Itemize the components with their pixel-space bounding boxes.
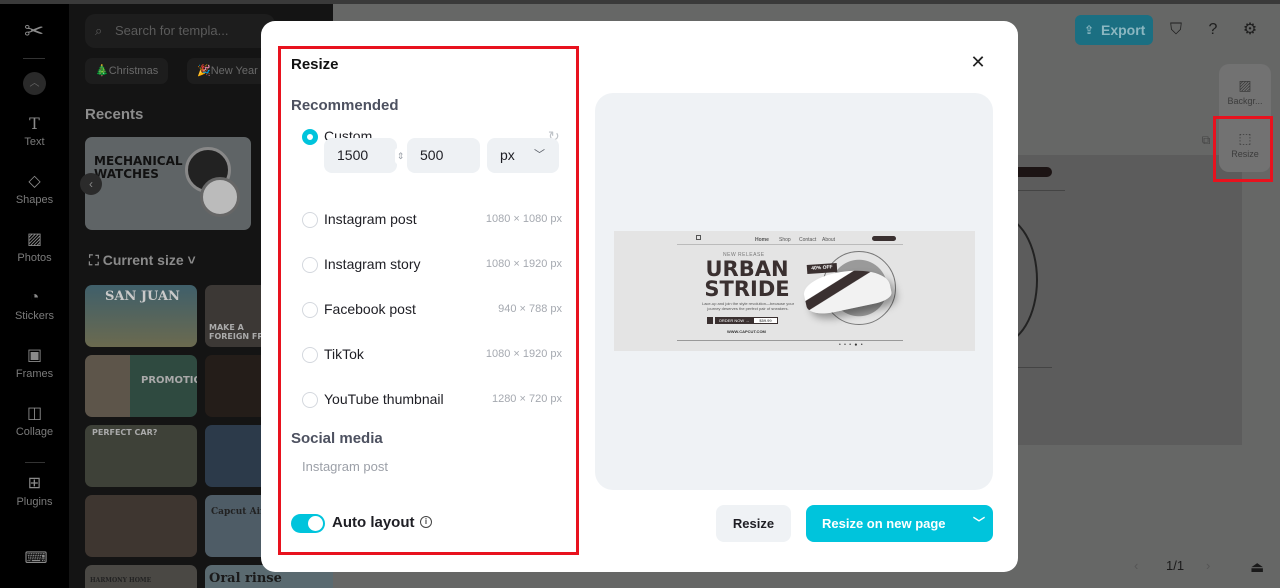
rail-item-label: Stickers [14,310,55,322]
stickers-icon: ◔ [29,289,40,306]
recents-title: Recents [85,106,144,123]
rail-item-shapes[interactable]: ◇ Shapes [0,172,69,206]
rail-item-label: Text [24,136,45,148]
chevron-down-icon[interactable]: ﹀ [965,505,993,542]
chevron-down-icon: ˅ [183,252,196,268]
rail-item-label: Plugins [16,496,53,508]
template-thumbnail[interactable]: MECHANICAL WATCHES [85,137,251,230]
frame-icon: ⛶ [89,252,103,268]
template-thumbnail[interactable] [85,495,197,557]
search-placeholder: Search for templa... [115,23,229,38]
frames-icon: ▣ [26,347,43,364]
design-preview: Home Shop Contact About NEW RELEASE URBA… [614,231,975,351]
close-icon[interactable]: ✕ [968,52,988,72]
tool-background[interactable]: ▨ Backgr... [1219,77,1271,106]
search-icon: ⌕ [95,23,103,38]
chip-christmas[interactable]: 🎄Christmas [85,58,169,84]
shapes-icon: ◇ [28,173,41,190]
options-highlight [278,46,579,555]
capcut-logo-icon: ✂ [23,18,45,45]
rail-item-text[interactable]: T Text [0,114,69,148]
shield-icon[interactable]: ⛉ [1166,20,1186,40]
rail-item-label: Shapes [15,194,54,206]
resize-button[interactable]: Resize [716,505,791,542]
rail-item-collage[interactable]: ◫ Collage [0,404,69,438]
current-size-dropdown[interactable]: ⛶ Current size ˅ [89,252,196,269]
resize-tool-highlight [1213,116,1273,182]
collage-icon: ◫ [26,405,43,422]
plugins-icon: ⊞ [27,475,42,492]
photos-icon: ▨ [26,231,43,248]
rail-item-plugins[interactable]: ⊞ Plugins [0,474,69,508]
background-icon: ▨ [1238,77,1252,93]
canvas-page[interactable] [960,155,1242,445]
template-search-input[interactable]: ⌕ Search for templa... ⧉ [85,14,283,48]
keyboard-shortcuts-button[interactable]: ⌨ [0,549,69,571]
upload-icon: ⇪ [1084,23,1095,37]
rail-divider [23,58,45,59]
nav-rail: ✂ ︿ T Text ◇ Shapes ▨ Photos ◔ Stickers … [0,4,69,588]
rail-item-label: Frames [15,368,54,380]
carousel-prev-button[interactable]: ‹ [80,173,102,195]
rail-item-frames[interactable]: ▣ Frames [0,346,69,380]
preview-headline: URBAN STRIDE [704,257,790,301]
next-page-button[interactable]: › [1206,558,1210,573]
template-thumbnail[interactable]: PERFECT CAR? [85,425,197,487]
resize-on-new-page-button[interactable]: Resize on new page ﹀ [806,505,993,542]
template-thumbnail[interactable]: SAN JUAN [85,285,197,347]
keyboard-icon: ⌨ [24,550,48,567]
rail-item-stickers[interactable]: ◔ Stickers [0,288,69,322]
rail-divider [25,462,45,463]
rail-item-label: Collage [15,426,54,438]
prev-page-button[interactable]: ‹ [1134,558,1138,573]
export-button[interactable]: ⇪ Export [1075,15,1153,45]
help-icon[interactable]: ? [1203,20,1223,40]
rail-item-photos[interactable]: ▨ Photos [0,230,69,264]
settings-icon[interactable]: ⚙ [1240,20,1260,40]
template-thumbnail[interactable]: PROMOTION [85,355,197,417]
chip-new-year[interactable]: 🎉New Year [187,58,268,84]
template-thumbnail[interactable]: HARMONY HOME [85,565,197,588]
page-manager-icon[interactable]: ⏏ [1250,558,1264,576]
text-icon: T [29,114,40,133]
rail-item-label: Photos [17,252,52,264]
collapse-rail-button[interactable]: ︿ [23,72,46,95]
page-indicator: 1/1 [1166,558,1185,573]
